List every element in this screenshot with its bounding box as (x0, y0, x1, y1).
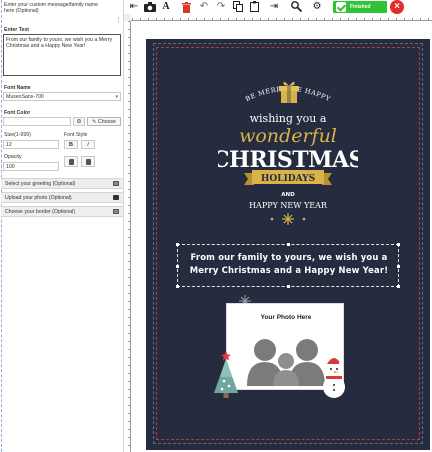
chevron-down-icon: ▾ (115, 94, 118, 100)
redo-icon[interactable]: ↷ (213, 0, 229, 14)
greeting-line5: HOLIDAYS (261, 174, 315, 184)
toolbar: ⇤ A ↶ ↷ ⇥ ⚙ Finished Editing × (124, 0, 432, 22)
undo-icon[interactable]: ↶ (196, 0, 212, 14)
copy-icon[interactable] (230, 0, 246, 14)
greeting-line6: AND (281, 192, 295, 198)
font-style-label: Font Style (64, 132, 88, 138)
section-border[interactable]: Choose your border (Optional) (1, 206, 123, 217)
gift-icon (279, 81, 299, 103)
choose-color-button[interactable]: ✎ Choose (87, 117, 121, 126)
resize-handle[interactable] (176, 243, 179, 246)
image-icon (113, 181, 119, 186)
left-panel: Enter your custom message/family name he… (0, 0, 124, 452)
font-name-select[interactable]: MuseoSans-700 ▾ (3, 92, 121, 101)
ruler-corner (124, 14, 131, 21)
family-silhouette-icon (247, 339, 325, 386)
resize-handle[interactable] (287, 243, 290, 246)
font-name-label: Font Name (4, 85, 31, 91)
paste-icon[interactable] (247, 0, 263, 14)
align-left-button[interactable] (64, 156, 78, 167)
photo-placeholder-label: Your Photo Here (260, 314, 312, 321)
greeting-line4: CHRISTMAS (218, 147, 358, 173)
section-greeting[interactable]: Select your greeting (Optional) (1, 178, 123, 189)
prompt-text: Enter your custom message/family name he… (4, 2, 98, 15)
opacity-label: Opacity (4, 154, 22, 160)
resize-handle[interactable] (397, 243, 400, 246)
opacity-input[interactable]: 100 (3, 162, 59, 171)
camera-icon (113, 195, 119, 200)
message-text: From our family to yours, we wish you a … (189, 252, 389, 275)
panel-edge (1, 0, 2, 452)
font-color-label: Font Color (4, 110, 31, 116)
bold-button[interactable]: B (64, 140, 78, 149)
italic-button[interactable]: I (81, 140, 95, 149)
exit-icon[interactable]: ⇤ (126, 0, 142, 14)
align-icon (69, 159, 74, 165)
settings-icon[interactable]: ⚙ (309, 0, 325, 14)
choose-label: Choose (97, 119, 116, 125)
ruler-left (124, 21, 131, 452)
snowman-icon (323, 358, 345, 398)
font-color-input[interactable] (3, 117, 71, 126)
section-greeting-label: Select your greeting (Optional) (5, 181, 76, 187)
trash-icon[interactable] (178, 0, 194, 14)
font-name-value: MuseoSans-700 (6, 94, 44, 100)
text-icon[interactable]: A (158, 0, 174, 14)
section-photo-label: Upload your photo (Optional) (5, 195, 72, 201)
section-border-label: Choose your border (Optional) (5, 209, 76, 215)
resize-grip-icon[interactable]: ⋮ (115, 16, 122, 24)
greeting-line3: wonderful (239, 125, 337, 147)
image-icon (113, 209, 119, 214)
resize-handle[interactable] (397, 285, 400, 288)
greeting-line7: HAPPY NEW YEAR (249, 201, 328, 210)
message-textarea[interactable]: From our family to yours, we wish you a … (3, 34, 121, 76)
snowflake-icon (282, 213, 294, 225)
enter-text-label: Enter Text (4, 27, 29, 33)
close-button[interactable]: × (390, 0, 404, 14)
message-text-box[interactable]: From our family to yours, we wish you a … (176, 243, 400, 288)
greeting-line2: wishing you a (250, 112, 327, 125)
align-icon (86, 159, 91, 165)
align-right-button[interactable] (81, 156, 95, 167)
check-icon (336, 2, 346, 12)
christmas-tree-icon (214, 351, 238, 398)
finished-editing-button[interactable]: Finished Editing (333, 1, 387, 22)
section-photo[interactable]: Upload your photo (Optional) (1, 192, 123, 203)
ruler-top (124, 14, 432, 21)
ornament-dot (302, 217, 306, 221)
ornament-dot (270, 217, 274, 221)
resize-handle[interactable] (176, 285, 179, 288)
eyedropper-icon[interactable]: ⊘ (73, 117, 85, 126)
size-input[interactable]: 12 (3, 140, 59, 149)
resize-handle[interactable] (287, 285, 290, 288)
size-label: Size(1-999) (4, 132, 31, 138)
work-area: BE MERRY, BE HAPPY wishing you a wonderf… (124, 14, 432, 452)
card-canvas[interactable]: BE MERRY, BE HAPPY wishing you a wonderf… (146, 39, 430, 450)
layer-icon[interactable]: ⇥ (266, 0, 282, 14)
zoom-icon[interactable] (288, 0, 304, 14)
greeting-artwork[interactable]: BE MERRY, BE HAPPY wishing you a wonderf… (218, 67, 358, 237)
camera-icon[interactable] (142, 0, 158, 14)
